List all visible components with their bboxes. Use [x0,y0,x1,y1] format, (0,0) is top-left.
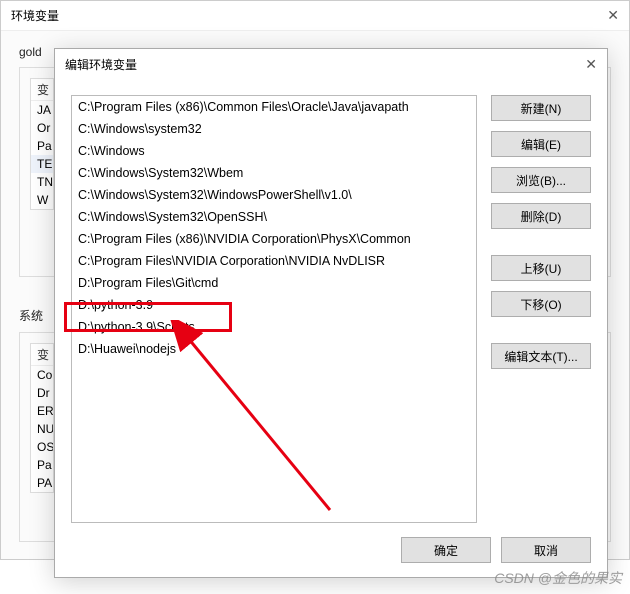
side-button-column: 新建(N) 编辑(E) 浏览(B)... 删除(D) 上移(U) 下移(O) 编… [491,95,591,523]
new-button[interactable]: 新建(N) [491,95,591,121]
delete-button[interactable]: 删除(D) [491,203,591,229]
table-row[interactable]: Pa [31,137,53,155]
list-item[interactable]: C:\Windows\system32 [72,118,476,140]
close-icon[interactable]: ✕ [607,7,619,24]
edit-button[interactable]: 编辑(E) [491,131,591,157]
list-item[interactable]: C:\Windows\System32\OpenSSH\ [72,206,476,228]
table-row[interactable]: TE [31,155,53,173]
edit-env-var-title: 编辑环境变量 [65,56,137,73]
list-item[interactable]: C:\Program Files (x86)\Common Files\Orac… [72,96,476,118]
list-item[interactable]: C:\Program Files (x86)\NVIDIA Corporatio… [72,228,476,250]
user-vars-header: 变 [31,79,53,101]
table-row[interactable]: W [31,191,53,209]
move-up-button[interactable]: 上移(U) [491,255,591,281]
list-item[interactable]: D:\Program Files\Git\cmd [72,272,476,294]
edit-env-var-titlebar: 编辑环境变量 ✕ [55,49,607,79]
table-row[interactable]: ER [31,402,53,420]
list-item[interactable]: D:\python-3.9 [72,294,476,316]
list-item[interactable]: D:\python-3.9\Scripts [72,316,476,338]
env-vars-title: 环境变量 [11,7,59,24]
table-row[interactable]: Dr [31,384,53,402]
ok-button[interactable]: 确定 [401,537,491,563]
edit-env-var-dialog: 编辑环境变量 ✕ C:\Program Files (x86)\Common F… [54,48,608,578]
table-row[interactable]: Co [31,366,53,384]
env-vars-titlebar: 环境变量 ✕ [1,1,629,31]
table-row[interactable]: TN [31,173,53,191]
table-row[interactable]: OS [31,438,53,456]
list-item[interactable]: C:\Windows\System32\Wbem [72,162,476,184]
edit-text-button[interactable]: 编辑文本(T)... [491,343,591,369]
table-row[interactable]: Pa [31,456,53,474]
move-down-button[interactable]: 下移(O) [491,291,591,317]
path-listbox[interactable]: C:\Program Files (x86)\Common Files\Orac… [71,95,477,523]
cancel-button[interactable]: 取消 [501,537,591,563]
table-row[interactable]: PA [31,474,53,492]
system-vars-table[interactable]: 变 Co Dr ER NU OS Pa PA [30,343,54,493]
user-vars-table[interactable]: 变 JA Or Pa TE TN W [30,78,54,210]
list-item[interactable]: C:\Windows\System32\WindowsPowerShell\v1… [72,184,476,206]
system-vars-header: 变 [31,344,53,366]
browse-button[interactable]: 浏览(B)... [491,167,591,193]
table-row[interactable]: Or [31,119,53,137]
table-row[interactable]: JA [31,101,53,119]
list-item[interactable]: C:\Windows [72,140,476,162]
watermark: CSDN @金色的果实 [494,568,622,588]
close-icon[interactable]: ✕ [585,56,597,73]
list-item[interactable]: D:\Huawei\nodejs [72,338,476,360]
table-row[interactable]: NU [31,420,53,438]
list-item[interactable]: C:\Program Files\NVIDIA Corporation\NVID… [72,250,476,272]
